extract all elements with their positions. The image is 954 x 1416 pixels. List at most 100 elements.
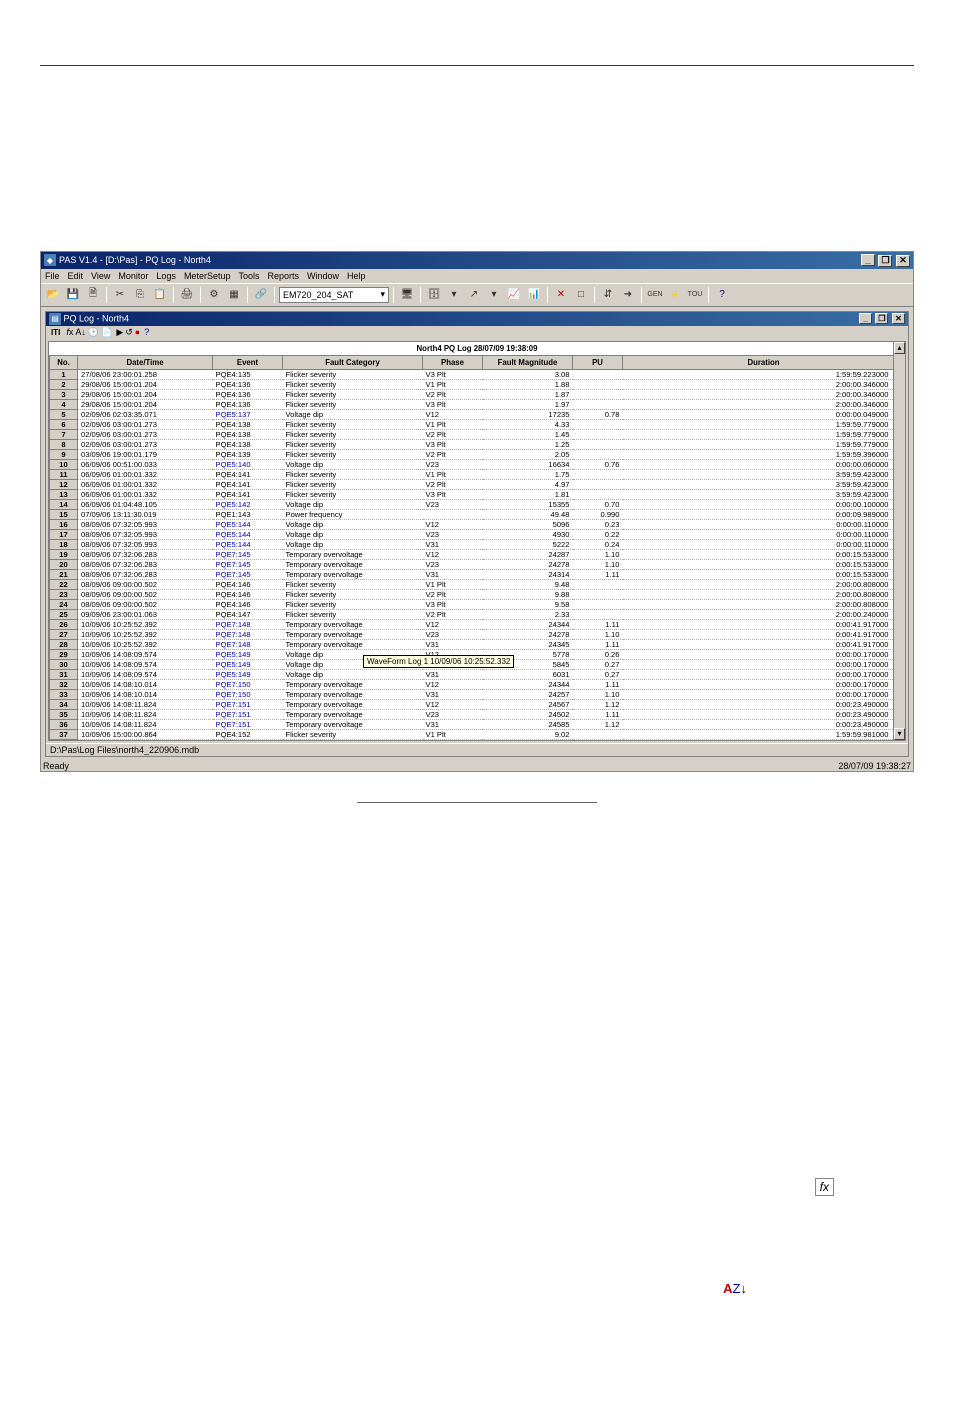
col-fault-magnitude[interactable]: Fault Magnitude	[483, 355, 573, 369]
save-as-icon[interactable]: 🗎	[84, 286, 102, 304]
export-icon[interactable]: ↗	[465, 286, 483, 304]
col-duration[interactable]: Duration	[623, 355, 905, 369]
menu-reports[interactable]: Reports	[267, 271, 299, 281]
menu-monitor[interactable]: Monitor	[118, 271, 148, 281]
table-row[interactable]: 802/09/06 03:00:01.273PQE4:138Flicker se…	[50, 439, 905, 449]
cut-icon[interactable]: ✂	[111, 286, 129, 304]
copy-icon[interactable]: ⎘	[131, 286, 149, 304]
link-icon[interactable]: 🔗	[252, 286, 270, 304]
inner-minimize-button[interactable]: _	[859, 313, 872, 324]
table-row[interactable]: 702/09/06 03:00:01.273PQE4:138Flicker se…	[50, 429, 905, 439]
db-dropdown-icon[interactable]: ▾	[445, 286, 463, 304]
table-row[interactable]: 329/08/06 15:00:01.204PQE4:136Flicker se…	[50, 389, 905, 399]
record-icon[interactable]: ●	[135, 327, 140, 337]
cfg-icon[interactable]: ⚡	[666, 286, 684, 304]
cell-pu	[573, 489, 623, 499]
iti-button[interactable]: ITI	[49, 328, 62, 337]
device-select[interactable]: EM720_204_SAT ▾	[279, 287, 389, 303]
table-row[interactable]: 1106/09/06 01:00:01.332PQE4:141Flicker s…	[50, 469, 905, 479]
table-row[interactable]: 1908/09/06 07:32:06.283PQE7:145Temporary…	[50, 549, 905, 559]
config-icon[interactable]: ⚙	[205, 286, 223, 304]
table-row[interactable]: 2810/09/06 10:25:52.392PQE7:148Temporary…	[50, 639, 905, 649]
table-row[interactable]: 1608/09/06 07:32:05.993PQE5:144Voltage d…	[50, 519, 905, 529]
table-row[interactable]: 2108/09/06 07:32:06.283PQE7:145Temporary…	[50, 569, 905, 579]
scroll-down-icon[interactable]: ▾	[894, 728, 905, 740]
table-row[interactable]: 3210/09/06 14:08:10.014PQE7:150Temporary…	[50, 679, 905, 689]
col-phase[interactable]: Phase	[423, 355, 483, 369]
table-row[interactable]: 1406/09/06 01:04:48.105PQE5:142Voltage d…	[50, 499, 905, 509]
table-row[interactable]: 2208/09/06 09:00:00.502PQE4:146Flicker s…	[50, 579, 905, 589]
monitor-icon[interactable]: 🖥	[398, 286, 416, 304]
cell-dt: 06/09/06 01:00:01.332	[78, 489, 213, 499]
table-row[interactable]: 3310/09/06 14:08:10.014PQE7:150Temporary…	[50, 689, 905, 699]
props-icon[interactable]: 📄	[101, 327, 112, 338]
table-row[interactable]: 1708/09/06 07:32:05.993PQE5:144Voltage d…	[50, 529, 905, 539]
menu-metersetup[interactable]: MeterSetup	[184, 271, 231, 281]
paste-icon[interactable]: 📋	[151, 286, 169, 304]
table-row[interactable]: 3710/09/06 15:00:00.864PQE4:152Flicker s…	[50, 729, 905, 739]
export-dropdown-icon[interactable]: ▾	[485, 286, 503, 304]
col-fault-category[interactable]: Fault Category	[283, 355, 423, 369]
refresh-icon[interactable]: ↺	[125, 327, 133, 338]
table-row[interactable]: 1206/09/06 01:00:01.332PQE4:141Flicker s…	[50, 479, 905, 489]
table-row[interactable]: 2509/09/06 23:00:01.063PQE4:147Flicker s…	[50, 609, 905, 619]
inner-maximize-button[interactable]: ❐	[875, 313, 888, 324]
menu-help[interactable]: Help	[347, 271, 366, 281]
table-row[interactable]: 2408/09/06 09:00:00.502PQE4:146Flicker s…	[50, 599, 905, 609]
table-row[interactable]: 3410/09/06 14:08:11.824PQE7:151Temporary…	[50, 699, 905, 709]
table-row[interactable]: 1006/09/06 00:51:00.033PQE5:140Voltage d…	[50, 459, 905, 469]
table-row[interactable]: 229/08/06 15:00:01.204PQE4:136Flicker se…	[50, 379, 905, 389]
scrollbar[interactable]: ▴ ▾	[893, 342, 905, 740]
save-icon[interactable]: 💾	[64, 286, 82, 304]
print-icon[interactable]: 🖨	[178, 286, 196, 304]
table-row[interactable]: 127/08/06 23:00:01.258PQE4:135Flicker se…	[50, 369, 905, 379]
stop-icon[interactable]: □	[572, 286, 590, 304]
menu-edit[interactable]: Edit	[68, 271, 84, 281]
table-row[interactable]: 2610/09/06 10:25:52.392PQE7:148Temporary…	[50, 619, 905, 629]
table-row[interactable]: 502/09/06 02:03:35.071PQE5:137Voltage di…	[50, 409, 905, 419]
menu-tools[interactable]: Tools	[238, 271, 259, 281]
table-row[interactable]: 1306/09/06 01:00:01.332PQE4:141Flicker s…	[50, 489, 905, 499]
arrow-icon[interactable]: ➜	[619, 286, 637, 304]
table-row[interactable]: 3110/09/06 14:08:09.574PQE5:149Voltage d…	[50, 669, 905, 679]
table-row[interactable]: 3510/09/06 14:08:11.824PQE7:151Temporary…	[50, 709, 905, 719]
col-event[interactable]: Event	[213, 355, 283, 369]
maximize-button[interactable]: ❐	[878, 255, 892, 267]
table-row[interactable]: 3610/09/06 14:08:11.824PQE7:151Temporary…	[50, 719, 905, 729]
gen-icon[interactable]: GEN	[646, 286, 664, 304]
help-icon[interactable]: ?	[713, 286, 731, 304]
table-row[interactable]: 903/09/06 19:00:01.179PQE4:139Flicker se…	[50, 449, 905, 459]
col-no[interactable]: No.	[50, 355, 78, 369]
inner-close-button[interactable]: ✕	[892, 313, 905, 324]
db-icon[interactable]: 🗄	[425, 286, 443, 304]
sort-az-icon[interactable]: A↓	[75, 327, 86, 337]
menu-view[interactable]: View	[91, 271, 110, 281]
table-row[interactable]: 1808/09/06 07:32:05.993PQE5:144Voltage d…	[50, 539, 905, 549]
table-row[interactable]: 2008/09/06 07:32:06.283PQE7:145Temporary…	[50, 559, 905, 569]
fx-icon[interactable]: fx	[66, 327, 73, 337]
minimize-button[interactable]: _	[861, 254, 875, 266]
menu-file[interactable]: File	[45, 271, 60, 281]
tou-icon[interactable]: TOU	[686, 286, 704, 304]
layout-icon[interactable]: ▦	[225, 286, 243, 304]
scroll-up-icon[interactable]: ▴	[894, 342, 905, 354]
table-row[interactable]: 429/08/06 15:00:01.204PQE4:136Flicker se…	[50, 399, 905, 409]
cell-category: Temporary overvoltage	[283, 629, 423, 639]
open-icon[interactable]: 📂	[44, 286, 62, 304]
table-row[interactable]: 602/09/06 03:00:01.273PQE4:138Flicker se…	[50, 419, 905, 429]
play-icon[interactable]: ▶	[116, 327, 123, 338]
inner-help-icon[interactable]: ?	[144, 327, 149, 337]
table-row[interactable]: 2308/09/06 09:00:00.502PQE4:146Flicker s…	[50, 589, 905, 599]
table-row[interactable]: 2710/09/06 10:25:52.392PQE7:148Temporary…	[50, 629, 905, 639]
table-row[interactable]: 1507/09/06 13:11:30.019PQE1:143Power fre…	[50, 509, 905, 519]
col-datetime[interactable]: Date/Time	[78, 355, 213, 369]
clock-icon[interactable]: 🕒	[88, 327, 99, 338]
menu-logs[interactable]: Logs	[156, 271, 176, 281]
delete-icon[interactable]: ✕	[552, 286, 570, 304]
graph-icon[interactable]: 📊	[525, 286, 543, 304]
tree-icon[interactable]: ⇵	[599, 286, 617, 304]
menu-window[interactable]: Window	[307, 271, 339, 281]
chart-icon[interactable]: 📈	[505, 286, 523, 304]
col-pu[interactable]: PU	[573, 355, 623, 369]
close-button[interactable]: ✕	[896, 255, 910, 267]
